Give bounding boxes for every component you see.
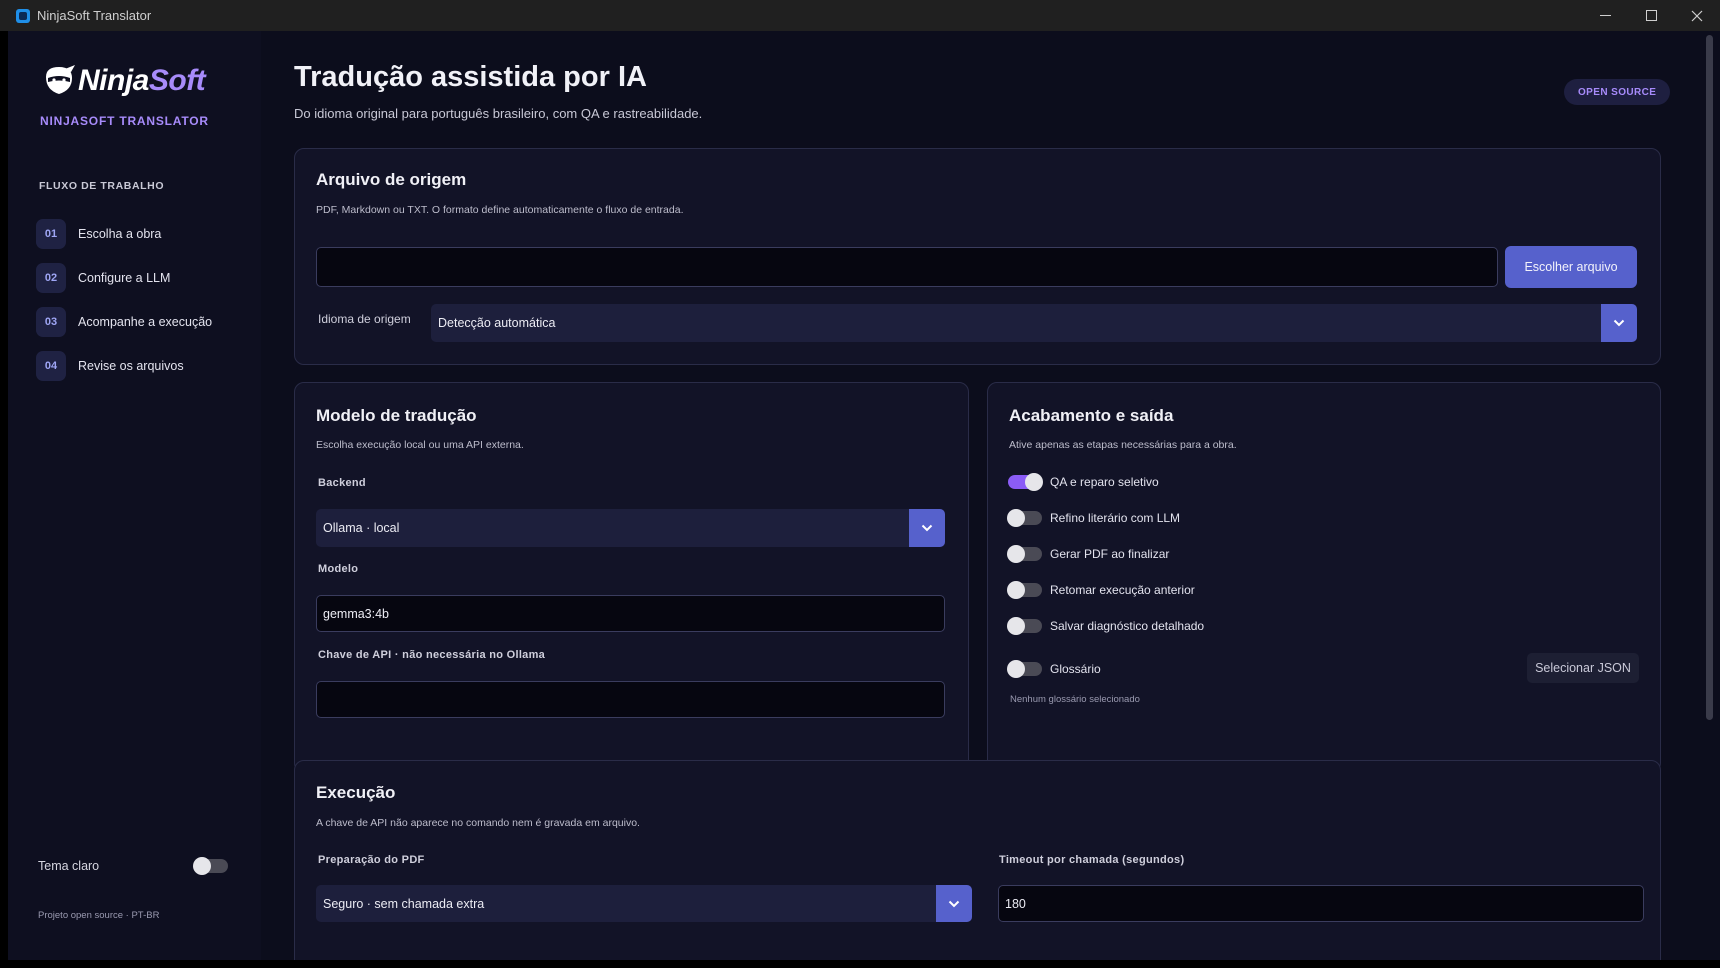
step-item-follow-execution[interactable]: 03 Acompanhe a execução [36,307,212,337]
execution-card: Execução A chave de API não aparece no c… [294,760,1661,960]
step-number: 02 [36,263,66,293]
qa-repair-toggle[interactable] [1008,473,1043,491]
logo-wordmark: NinjaSoft [78,64,206,98]
step-label: Revise os arquivos [78,359,184,373]
logo-text-ninja: Ninja [78,64,149,97]
card-description: PDF, Markdown ou TXT. O formato define a… [316,204,684,216]
api-key-label: Chave de API · não necessária no Ollama [318,649,546,661]
card-description: Ative apenas as etapas necessárias para … [1009,439,1237,451]
option-label: Refino literário com LLM [1050,511,1181,525]
chevron-down-icon[interactable] [1601,304,1637,342]
select-json-button[interactable]: Selecionar JSON [1527,653,1639,683]
close-icon[interactable] [1674,0,1720,31]
card-description: Escolha execução local ou uma API extern… [316,439,524,451]
theme-label: Tema claro [38,859,100,873]
model-input[interactable]: gemma3:4b [316,595,945,632]
step-number: 03 [36,307,66,337]
page-subtitle: Do idioma original para português brasil… [294,106,703,121]
timeout-input[interactable]: 180 [998,885,1644,922]
source-language-value: Detecção automática [438,316,556,330]
window-controls [1582,0,1720,31]
option-label: QA e reparo seletivo [1050,475,1159,489]
workflow-section-label: FLUXO DE TRABALHO [39,180,165,192]
chevron-down-icon[interactable] [909,509,945,547]
workflow-steps: 01 Escolha a obra 02 Configure a LLM 03 … [36,219,212,395]
step-item-configure-llm[interactable]: 02 Configure a LLM [36,263,212,293]
translation-model-card: Modelo de tradução Escolha execução loca… [294,382,969,773]
save-diagnostics-toggle[interactable] [1007,617,1042,635]
window-title: NinjaSoft Translator [37,8,152,23]
model-label: Modelo [318,563,359,575]
card-title: Execução [316,783,396,802]
option-label: Salvar diagnóstico detalhado [1050,619,1205,633]
card-description: A chave de API não aparece no comando ne… [316,817,640,829]
card-title: Modelo de tradução [316,406,477,425]
api-key-input[interactable] [316,681,945,718]
chevron-down-icon[interactable] [936,885,972,922]
page-title: Tradução assistida por IA [294,61,647,93]
logo-text-soft: Soft [148,64,206,97]
glossary-status: Nenhum glossário selecionado [1010,694,1140,705]
window-bottom-edge [0,960,1720,968]
sidebar: NinjaSoft NINJASOFT TRANSLATOR FLUXO DE … [8,31,261,960]
timeout-label: Timeout por chamada (segundos) [999,854,1185,866]
step-item-review-files[interactable]: 04 Revise os arquivos [36,351,212,381]
logo: NinjaSoft [41,63,206,99]
source-file-card: Arquivo de origem PDF, Markdown ou TXT. … [294,148,1661,365]
glossary-toggle[interactable] [1007,660,1042,678]
light-theme-toggle[interactable] [193,857,228,875]
pdf-prep-label: Preparação do PDF [318,854,425,866]
scrollbar-thumb[interactable] [1706,35,1713,720]
option-generate-pdf: Gerar PDF ao finalizar [1007,545,1170,563]
open-source-badge: OPEN SOURCE [1564,79,1671,105]
option-qa-repair: QA e reparo seletivo [1008,473,1159,491]
option-resume-run: Retomar execução anterior [1007,581,1195,599]
backend-label: Backend [318,477,366,489]
card-title: Arquivo de origem [316,170,467,189]
maximize-icon[interactable] [1628,0,1674,31]
step-label: Acompanhe a execução [78,315,213,329]
source-file-input[interactable] [316,247,1498,287]
finishing-output-card: Acabamento e saída Ative apenas as etapa… [987,382,1661,773]
pdf-prep-value: Seguro · sem chamada extra [323,896,485,911]
option-label: Gerar PDF ao finalizar [1050,547,1170,561]
choose-file-button[interactable]: Escolher arquivo [1505,246,1637,288]
option-save-diagnostics: Salvar diagnóstico detalhado [1007,617,1205,635]
minimize-icon[interactable] [1582,0,1628,31]
source-language-label: Idioma de origem [318,312,411,326]
step-label: Escolha a obra [78,227,162,241]
theme-row: Tema claro [38,857,228,875]
generate-pdf-toggle[interactable] [1007,545,1042,563]
literary-refine-toggle[interactable] [1007,509,1042,527]
option-literary-refine: Refino literário com LLM [1007,509,1181,527]
step-item-choose-work[interactable]: 01 Escolha a obra [36,219,212,249]
footer-note: Projeto open source · PT-BR [38,910,160,921]
brand-subtitle: NINJASOFT TRANSLATOR [40,114,209,128]
pdf-prep-select[interactable]: Seguro · sem chamada extra [316,885,972,922]
main-content: Tradução assistida por IA Do idioma orig… [261,31,1701,960]
window-titlebar: NinjaSoft Translator [0,0,1720,31]
ninja-logo-icon [46,65,75,94]
source-language-select[interactable]: Detecção automática [431,304,1637,342]
option-label: Glossário [1050,662,1101,676]
step-number: 04 [36,351,66,381]
backend-select[interactable]: Ollama · local [316,509,945,547]
step-label: Configure a LLM [78,271,171,285]
step-number: 01 [36,219,66,249]
option-glossary: Glossário [1007,660,1101,678]
option-label: Retomar execução anterior [1050,583,1195,597]
backend-value: Ollama · local [323,521,400,535]
card-title: Acabamento e saída [1009,406,1174,425]
app-icon [16,8,30,23]
resume-run-toggle[interactable] [1007,581,1042,599]
